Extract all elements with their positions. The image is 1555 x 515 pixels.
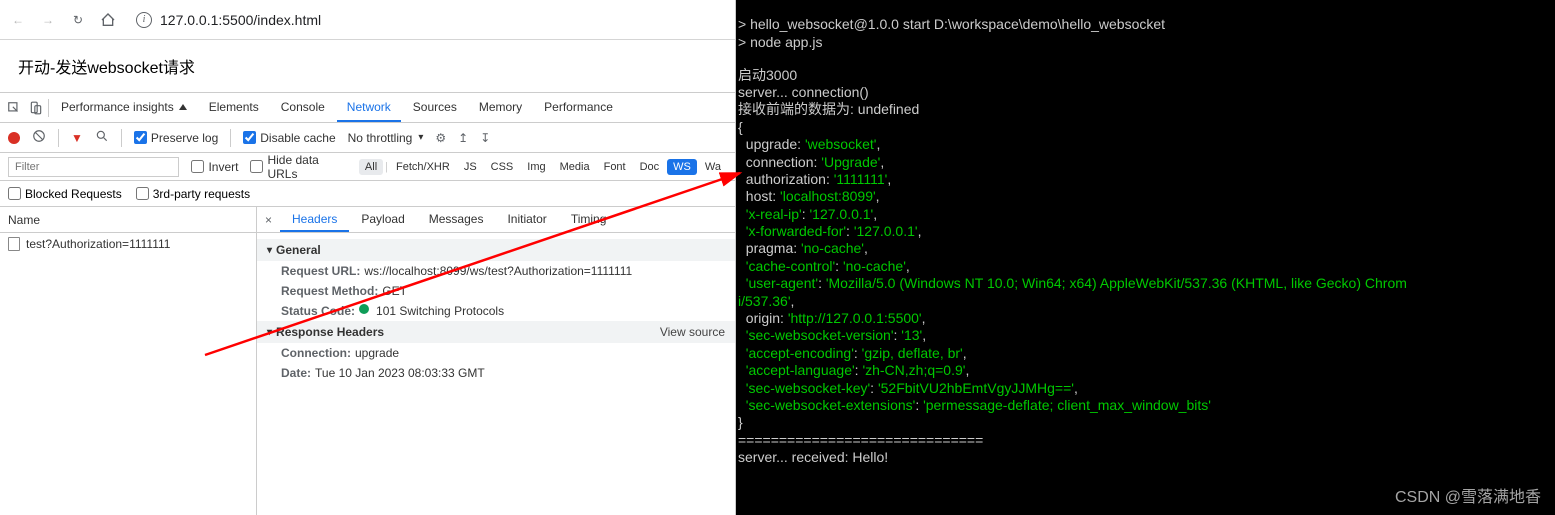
search-icon[interactable]: [95, 129, 109, 146]
chip-wasm[interactable]: Wa: [699, 159, 727, 175]
watermark: CSDN @雪落满地香: [1395, 489, 1541, 507]
devtools-tabs: Performance insights Elements Console Ne…: [0, 93, 735, 123]
status-code-value: 101 Switching Protocols: [376, 304, 504, 318]
filter-row: Invert Hide data URLs All | Fetch/XHR JS…: [0, 153, 735, 181]
chip-img[interactable]: Img: [521, 159, 551, 175]
chip-fetch[interactable]: Fetch/XHR: [390, 159, 456, 175]
inspect-icon[interactable]: [4, 98, 24, 118]
chip-js[interactable]: JS: [458, 159, 483, 175]
request-list: Name test?Authorization=1111111: [0, 207, 257, 515]
devtools-panel: Performance insights Elements Console Ne…: [0, 92, 735, 515]
network-body: Name test?Authorization=1111111 × Header…: [0, 207, 735, 515]
home-button[interactable]: [98, 10, 118, 30]
clear-button[interactable]: [32, 129, 46, 146]
address-bar[interactable]: i 127.0.0.1:5500/index.html: [128, 6, 727, 34]
upload-icon[interactable]: ↥: [458, 131, 468, 145]
record-button[interactable]: [8, 132, 20, 144]
reload-button[interactable]: ↻: [68, 10, 88, 30]
request-name-text: test?Authorization=1111111: [26, 237, 170, 251]
tab-perf-insights[interactable]: Performance insights: [51, 93, 197, 122]
name-header: Name: [0, 207, 256, 233]
tab-initiator[interactable]: Initiator: [495, 207, 558, 232]
network-toolbar: ▼ Preserve log Disable cache No throttli…: [0, 123, 735, 153]
tab-elements[interactable]: Elements: [199, 93, 269, 122]
chip-font[interactable]: Font: [598, 159, 632, 175]
view-source-link[interactable]: View source: [660, 325, 725, 339]
general-section[interactable]: General: [257, 239, 735, 261]
back-button[interactable]: ←: [8, 10, 28, 30]
tab-headers[interactable]: Headers: [280, 207, 349, 232]
request-method-value: GET: [382, 284, 407, 298]
blocked-checkbox[interactable]: Blocked Requests: [8, 187, 122, 201]
disable-cache-checkbox[interactable]: Disable cache: [243, 131, 335, 145]
chip-doc[interactable]: Doc: [634, 159, 666, 175]
chip-css[interactable]: CSS: [485, 159, 520, 175]
site-info-icon[interactable]: i: [136, 12, 152, 28]
wifi-icon[interactable]: ⚙: [435, 131, 446, 145]
status-dot-icon: [359, 304, 369, 314]
page-text: 开动-发送websocket请求: [18, 60, 195, 77]
invert-checkbox[interactable]: Invert: [191, 160, 238, 174]
tab-console[interactable]: Console: [271, 93, 335, 122]
download-icon[interactable]: ↧: [480, 131, 490, 145]
chip-media[interactable]: Media: [554, 159, 596, 175]
forward-button[interactable]: →: [38, 10, 58, 30]
terminal: > hello_websocket@1.0.0 start D:\workspa…: [736, 0, 1555, 515]
tab-sources[interactable]: Sources: [403, 93, 467, 122]
thirdparty-checkbox[interactable]: 3rd-party requests: [136, 187, 250, 201]
page-body: 开动-发送websocket请求: [0, 40, 735, 92]
request-detail: × Headers Payload Messages Initiator Tim…: [257, 207, 735, 515]
tab-timing[interactable]: Timing: [559, 207, 619, 232]
preserve-log-checkbox[interactable]: Preserve log: [134, 131, 218, 145]
filter-input[interactable]: [8, 157, 179, 177]
throttling-select[interactable]: No throttling: [348, 131, 424, 145]
chip-ws[interactable]: WS: [667, 159, 697, 175]
url-text: 127.0.0.1:5500/index.html: [160, 12, 321, 28]
response-headers-section[interactable]: Response HeadersView source: [257, 321, 735, 343]
chip-all[interactable]: All: [359, 159, 383, 175]
filter-icon[interactable]: ▼: [71, 131, 83, 145]
request-url-value: ws://localhost:8099/ws/test?Authorizatio…: [364, 264, 632, 278]
browser-toolbar: ← → ↻ i 127.0.0.1:5500/index.html: [0, 0, 735, 40]
tab-network[interactable]: Network: [337, 93, 401, 122]
tab-memory[interactable]: Memory: [469, 93, 532, 122]
type-filters: All | Fetch/XHR JS CSS Img Media Font Do…: [359, 159, 727, 175]
request-row[interactable]: test?Authorization=1111111: [0, 233, 256, 255]
tab-messages[interactable]: Messages: [417, 207, 496, 232]
tab-performance[interactable]: Performance: [534, 93, 623, 122]
hide-urls-checkbox[interactable]: Hide data URLs: [250, 153, 346, 181]
close-detail-button[interactable]: ×: [257, 213, 280, 227]
filter-row-2: Blocked Requests 3rd-party requests: [0, 181, 735, 207]
device-toggle-icon[interactable]: [26, 98, 46, 118]
file-icon: [8, 237, 20, 251]
tab-payload[interactable]: Payload: [349, 207, 416, 232]
